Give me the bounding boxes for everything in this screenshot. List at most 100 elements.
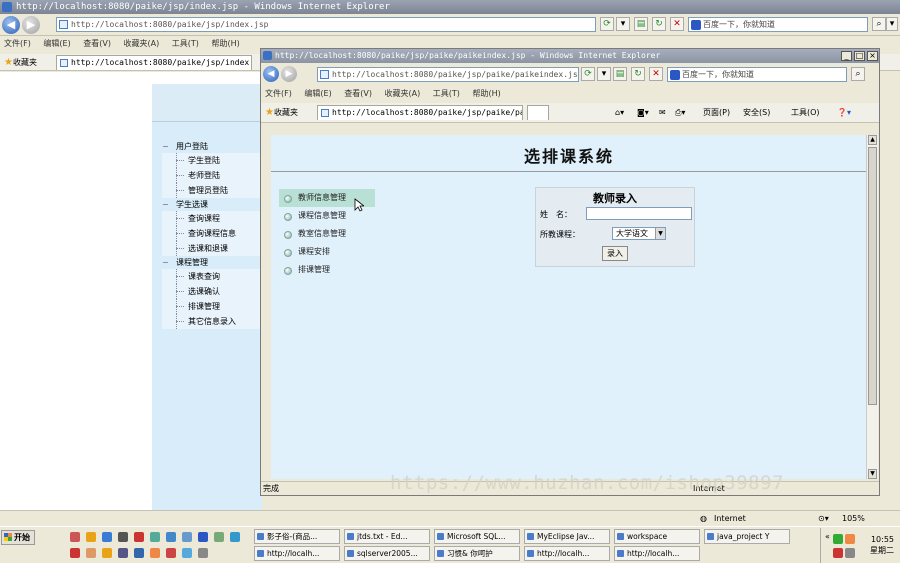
tree-item-confirm[interactable]: 选课确认 xyxy=(162,284,262,299)
quicklaunch-icon-19[interactable] xyxy=(182,548,192,558)
search-icon[interactable]: ⌕ xyxy=(851,67,865,81)
tree-item-timetable[interactable]: 课表查询 xyxy=(162,269,262,284)
tray-icon-1[interactable] xyxy=(833,534,843,544)
page-menu[interactable]: 页面(P) xyxy=(703,103,730,123)
refresh-icon[interactable]: ⟳ xyxy=(600,17,614,31)
inner-address-input[interactable]: http://localhost:8080/paike/jsp/paike/pa… xyxy=(317,67,579,82)
refresh-page-icon[interactable]: ↻ xyxy=(631,67,645,81)
menu-classroom-info[interactable]: 教室信息管理 xyxy=(279,225,375,243)
favorites-button[interactable]: ★收藏夹 xyxy=(265,107,298,118)
quicklaunch-icon-6[interactable] xyxy=(150,532,160,542)
menu-view[interactable]: 查看(V) xyxy=(83,39,111,48)
stop-icon[interactable]: ✕ xyxy=(649,67,663,81)
tray-expand-icon[interactable]: « xyxy=(825,532,830,541)
quicklaunch-icon-20[interactable] xyxy=(198,548,208,558)
tree-item-student-login[interactable]: 学生登陆 xyxy=(162,153,262,168)
quicklaunch-icon-5[interactable] xyxy=(134,532,144,542)
quicklaunch-icon-4[interactable] xyxy=(118,532,128,542)
minimize-button[interactable]: _ xyxy=(841,51,852,61)
quicklaunch-icon-9[interactable] xyxy=(198,532,208,542)
task-button-6[interactable]: java_project Y xyxy=(704,529,790,544)
menu-schedule-manage[interactable]: 排课管理 xyxy=(279,261,375,279)
task-button-5[interactable]: workspace xyxy=(614,529,700,544)
tree-item-select-drop[interactable]: 选课和退课 xyxy=(162,241,262,256)
quicklaunch-icon-12[interactable] xyxy=(70,548,80,558)
quicklaunch-icon-7[interactable] xyxy=(166,532,176,542)
quicklaunch-icon-18[interactable] xyxy=(166,548,176,558)
help-icon[interactable]: ❓▾ xyxy=(837,103,851,123)
refresh-icon[interactable]: ⟳ xyxy=(581,67,595,81)
teacher-name-input[interactable] xyxy=(586,207,692,220)
refresh-page-icon[interactable]: ↻ xyxy=(652,17,666,31)
task-button-11[interactable]: http://localh... xyxy=(614,546,700,561)
menu-edit[interactable]: 编辑(E) xyxy=(304,89,331,98)
tree-item-teacher-login[interactable]: 老师登陆 xyxy=(162,168,262,183)
start-button[interactable]: 开始 xyxy=(1,530,35,545)
tree-group-user-login[interactable]: 用户登陆 xyxy=(162,140,262,153)
inner-search-input[interactable]: 百度一下，你就知道 xyxy=(667,67,847,82)
task-button-9[interactable]: 习惯& 你呵护 xyxy=(434,546,520,561)
search-options-icon[interactable]: ▾ xyxy=(886,17,898,31)
back-button[interactable]: ◀ xyxy=(263,66,279,82)
menu-tools[interactable]: 工具(T) xyxy=(172,39,199,48)
dropdown-icon[interactable]: ▾ xyxy=(616,17,630,31)
tree-group-course-select[interactable]: 学生选课 xyxy=(162,198,262,211)
task-button-4[interactable]: MyEclipse Jav... xyxy=(524,529,610,544)
tree-item-admin-login[interactable]: 管理员登陆 xyxy=(162,183,262,198)
forward-button[interactable]: ▶ xyxy=(22,16,40,34)
menu-course-arrange[interactable]: 课程安排 xyxy=(279,243,375,261)
inner-tab[interactable]: http://localhost:8080/paike/jsp/paike/pa… xyxy=(317,105,523,120)
tools-menu[interactable]: 工具(O) xyxy=(791,103,820,123)
tree-item-other-input[interactable]: 其它信息录入 xyxy=(162,314,262,329)
quicklaunch-icon-10[interactable] xyxy=(214,532,224,542)
protected-mode-icon[interactable]: ⊙▾ xyxy=(818,511,829,527)
zoom-level[interactable]: 105% xyxy=(842,511,865,527)
quicklaunch-icon-16[interactable] xyxy=(134,548,144,558)
task-button-1[interactable]: 影子俗-(商品... xyxy=(254,529,340,544)
quicklaunch-icon-1[interactable] xyxy=(70,532,80,542)
dropdown-icon[interactable]: ▾ xyxy=(597,67,611,81)
quicklaunch-icon-2[interactable] xyxy=(86,532,96,542)
quicklaunch-icon-3[interactable] xyxy=(102,532,112,542)
favorites-button[interactable]: ★收藏夹 xyxy=(4,57,37,68)
outer-tab[interactable]: http://localhost:8080/paike/jsp/index.js… xyxy=(56,55,252,70)
maximize-button[interactable]: □ xyxy=(854,51,865,61)
tray-icon-2[interactable] xyxy=(845,534,855,544)
menu-file[interactable]: 文件(F) xyxy=(265,89,292,98)
vertical-scrollbar[interactable]: ▲ ▼ xyxy=(866,135,878,479)
menu-help[interactable]: 帮助(H) xyxy=(472,89,500,98)
quicklaunch-icon-17[interactable] xyxy=(150,548,160,558)
task-button-2[interactable]: jtds.txt - Ed... xyxy=(344,529,430,544)
task-button-8[interactable]: sqlserver2005... xyxy=(344,546,430,561)
new-tab-button[interactable] xyxy=(527,105,549,120)
menu-file[interactable]: 文件(F) xyxy=(4,39,31,48)
back-button[interactable]: ◀ xyxy=(2,16,20,34)
task-button-3[interactable]: Microsoft SQL... xyxy=(434,529,520,544)
tray-icon-3[interactable] xyxy=(833,548,843,558)
print-icon[interactable]: ⎙▾ xyxy=(675,103,685,123)
quicklaunch-icon-8[interactable] xyxy=(182,532,192,542)
clock[interactable]: 10:55 星期二 xyxy=(870,534,894,556)
search-icon[interactable]: ⌕ xyxy=(872,17,886,31)
compat-view-icon[interactable]: ▤ xyxy=(634,17,648,31)
tree-group-course-manage[interactable]: 课程管理 xyxy=(162,256,262,269)
task-button-7[interactable]: http://localh... xyxy=(254,546,340,561)
stop-icon[interactable]: ✕ xyxy=(670,17,684,31)
menu-favorites[interactable]: 收藏夹(A) xyxy=(124,39,160,48)
quicklaunch-icon-13[interactable] xyxy=(86,548,96,558)
scroll-thumb[interactable] xyxy=(868,147,877,405)
tree-item-scheduling[interactable]: 排课管理 xyxy=(162,299,262,314)
menu-view[interactable]: 查看(V) xyxy=(344,89,372,98)
menu-help[interactable]: 帮助(H) xyxy=(211,39,239,48)
feeds-icon[interactable]: ◙▾ xyxy=(637,103,649,123)
outer-address-input[interactable]: http://localhost:8080/paike/jsp/index.js… xyxy=(56,17,596,32)
mail-icon[interactable]: ✉ xyxy=(659,103,666,123)
quicklaunch-icon-14[interactable] xyxy=(102,548,112,558)
tray-icon-4[interactable] xyxy=(845,548,855,558)
quicklaunch-icon-15[interactable] xyxy=(118,548,128,558)
home-icon[interactable]: ⌂▾ xyxy=(615,103,624,123)
submit-button[interactable]: 录入 xyxy=(602,246,628,261)
menu-edit[interactable]: 编辑(E) xyxy=(43,39,70,48)
menu-favorites[interactable]: 收藏夹(A) xyxy=(385,89,421,98)
scroll-down-icon[interactable]: ▼ xyxy=(868,469,877,479)
